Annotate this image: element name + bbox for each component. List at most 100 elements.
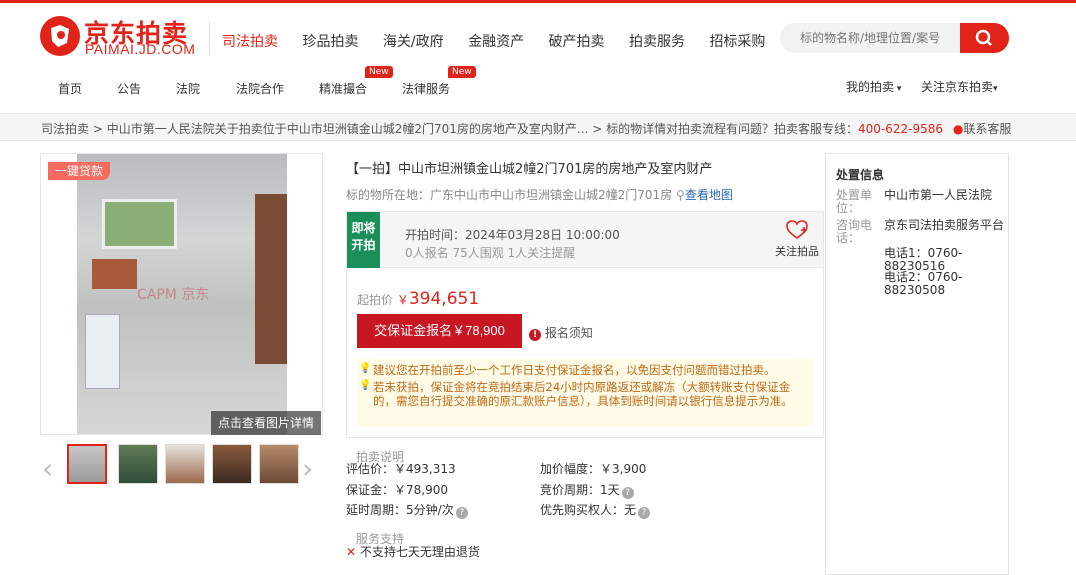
- info-value: ￥78,900: [394, 483, 449, 497]
- main-nav: 司法拍卖 珍品拍卖 海关/政府 金融资产 破产拍卖 拍卖服务 招标采购: [212, 31, 775, 51]
- start-time: 开拍时间：2024年03月28日 10:00:00: [405, 226, 620, 243]
- start-time-label: 开拍时间：: [405, 228, 466, 242]
- location-value: 广东中山市中山市坦洲镇金山城2幢2门701房: [430, 188, 673, 202]
- thumbnail[interactable]: [67, 444, 107, 484]
- info-value: 1天: [600, 483, 620, 497]
- starting-price-label: 起拍价: [357, 293, 394, 307]
- logo-mark-icon: [40, 16, 80, 56]
- subnav-court-cooperation[interactable]: 法院合作: [236, 80, 284, 97]
- info-value: ￥3,900: [600, 462, 647, 476]
- registration-notice-label: 报名须知: [544, 326, 593, 340]
- appraised-price: 评估价：￥493,313: [346, 460, 456, 477]
- breadcrumb-bar: 司法拍卖 > 中山市第一人民法院关于拍卖位于中山市坦洲镇金山城2幢2门701房的…: [0, 113, 1076, 141]
- subnav-home[interactable]: 首页: [58, 80, 82, 97]
- starting-price-value: 394,651: [408, 289, 480, 309]
- thumbnail[interactable]: [165, 444, 205, 484]
- contact-phone-label: 咨询电话：: [836, 218, 873, 245]
- contact-service-icon: ●: [952, 122, 964, 136]
- tip-text: 若未获拍，保证金将在竞拍结束后24小时内原路返还或解冻（大额转账支付保证金的，需…: [373, 380, 793, 408]
- logo[interactable]: 京东拍卖 PAIMAI.JD.COM: [40, 16, 200, 60]
- alert-icon: !: [529, 329, 541, 341]
- follow-item-label: 关注拍品: [775, 245, 819, 258]
- help-icon[interactable]: ?: [621, 487, 634, 499]
- subnav-announcements[interactable]: 公告: [117, 80, 141, 97]
- thumbnail[interactable]: [118, 444, 158, 484]
- price-box: 起拍价 ￥394,651 交保证金报名￥78,900 ! 报名须知 💡 建议您在…: [346, 268, 824, 438]
- map-pin-icon: ⚲: [676, 188, 685, 202]
- logo-text-en: PAIMAI.JD.COM: [85, 41, 196, 57]
- search-box: [780, 23, 1010, 53]
- main-photo-frame[interactable]: CAPM 京东: [40, 153, 323, 435]
- tip-text: 建议您在开拍前至少一个工作日支付保证金报名，以免因支付问题而错过拍卖。: [373, 363, 776, 377]
- next-arrow-icon[interactable]: ›: [302, 452, 313, 485]
- breadcrumb-item-current: 标的物详情: [606, 122, 667, 136]
- prev-arrow-icon[interactable]: ‹: [42, 452, 53, 485]
- info-key: 评估价：: [346, 462, 395, 476]
- info-value: 无: [624, 503, 637, 517]
- view-map-link[interactable]: 查看地图: [685, 188, 733, 202]
- nav-bankruptcy-auction[interactable]: 破产拍卖: [549, 31, 605, 51]
- nav-bidding-procurement[interactable]: 招标采购: [709, 31, 765, 51]
- breadcrumb: 司法拍卖 > 中山市第一人民法院关于拍卖位于中山市坦洲镇金山城2幢2门701房的…: [41, 120, 666, 137]
- chevron-down-icon: ▾: [993, 84, 998, 94]
- currency-symbol: ￥: [396, 293, 409, 307]
- nav-financial-assets[interactable]: 金融资产: [468, 31, 524, 51]
- follow-jd-link[interactable]: 关注京东拍卖▾: [921, 78, 998, 95]
- service-item-label: 不支持七天无理由退货: [359, 545, 480, 559]
- lightbulb-icon: 💡: [359, 380, 372, 391]
- pay-deposit-button[interactable]: 交保证金报名￥78,900: [357, 314, 522, 348]
- contact-phone-2: 电话2：0760-88230508: [884, 270, 963, 297]
- photo-sofa: [92, 259, 137, 289]
- help-icon[interactable]: ?: [638, 507, 651, 519]
- thumbnail[interactable]: [259, 444, 299, 484]
- follow-item-button[interactable]: 关注拍品: [771, 220, 823, 259]
- hotline-number: 400-622-9586: [858, 122, 944, 136]
- service-item: ✕ 不支持七天无理由退货: [346, 543, 480, 560]
- chevron-down-icon: ▾: [894, 84, 902, 94]
- photo-watermark: CAPM 京东: [137, 287, 210, 303]
- extension-cycle: 延时周期：5分钟/次?: [346, 501, 468, 519]
- subnav-precise-matching[interactable]: 精准撮合: [319, 80, 367, 97]
- breadcrumb-separator: >: [592, 122, 603, 136]
- item-location: 标的物所在地：广东中山市中山市坦洲镇金山城2幢2门701房 ⚲查看地图: [346, 186, 733, 203]
- item-title: 【一拍】中山市坦洲镇金山城2幢2门701房的房地产及室内财产: [346, 162, 713, 177]
- cross-icon: ✕: [346, 545, 357, 559]
- view-photo-details-button[interactable]: 点击查看图片详情: [211, 411, 321, 435]
- auction-status-box: 即将开拍 开拍时间：2024年03月28日 10:00:00 0人报名 75人围…: [346, 211, 824, 268]
- info-key: 竞价周期：: [540, 483, 601, 497]
- heart-plus-icon: [786, 220, 808, 239]
- nav-treasure-auction[interactable]: 珍品拍卖: [302, 31, 358, 51]
- deposit-tips: 💡 建议您在开拍前至少一个工作日支付保证金报名，以免因支付问题而错过拍卖。 💡 …: [357, 359, 813, 427]
- property-photo: CAPM 京东: [77, 154, 287, 434]
- disposal-info-panel: 处置信息 处置单位： 中山市第一人民法院 咨询电话： 京东司法拍卖服务平台 电话…: [825, 153, 1009, 575]
- top-accent-line: [0, 0, 1076, 3]
- thumbnail[interactable]: [212, 444, 252, 484]
- disposal-info-title: 处置信息: [836, 168, 885, 182]
- photo-washer: [85, 314, 120, 389]
- search-input[interactable]: [780, 23, 960, 53]
- starting-price: 起拍价 ￥394,651: [357, 289, 479, 309]
- search-icon: [975, 29, 992, 46]
- photo-door: [255, 194, 287, 364]
- nav-customs-gov[interactable]: 海关/政府: [383, 31, 444, 51]
- deposit-amount: 保证金：￥78,900: [346, 481, 448, 498]
- breadcrumb-item-announcement[interactable]: 中山市第一人民法院关于拍卖位于中山市坦洲镇金山城2幢2门701房的房地产及室内财…: [107, 122, 589, 136]
- my-auction-link[interactable]: 我的拍卖 ▾: [846, 78, 901, 95]
- help-icon[interactable]: ?: [455, 507, 468, 519]
- auction-stats: 0人报名 75人围观 1人关注提醒: [405, 246, 576, 260]
- info-value: ￥493,313: [394, 462, 456, 476]
- info-key: 优先购买权人：: [540, 503, 625, 517]
- search-button[interactable]: [960, 23, 1009, 53]
- registration-notice-link[interactable]: ! 报名须知: [529, 324, 593, 341]
- photo-window: [102, 199, 177, 249]
- breadcrumb-item-judicial[interactable]: 司法拍卖: [41, 122, 89, 136]
- contact-service-link[interactable]: 联系客服: [963, 122, 1011, 136]
- subnav-courts[interactable]: 法院: [176, 80, 200, 97]
- disposal-unit-value: 中山市第一人民法院: [884, 188, 993, 202]
- start-time-value: 2024年03月28日 10:00:00: [465, 228, 620, 242]
- nav-judicial-auction[interactable]: 司法拍卖: [222, 31, 278, 51]
- thumbnail-strip: ‹ ›: [40, 440, 323, 492]
- subnav-legal-service[interactable]: 法律服务: [402, 80, 450, 97]
- loan-badge[interactable]: 一键贷款: [48, 162, 110, 180]
- nav-auction-service[interactable]: 拍卖服务: [629, 31, 685, 51]
